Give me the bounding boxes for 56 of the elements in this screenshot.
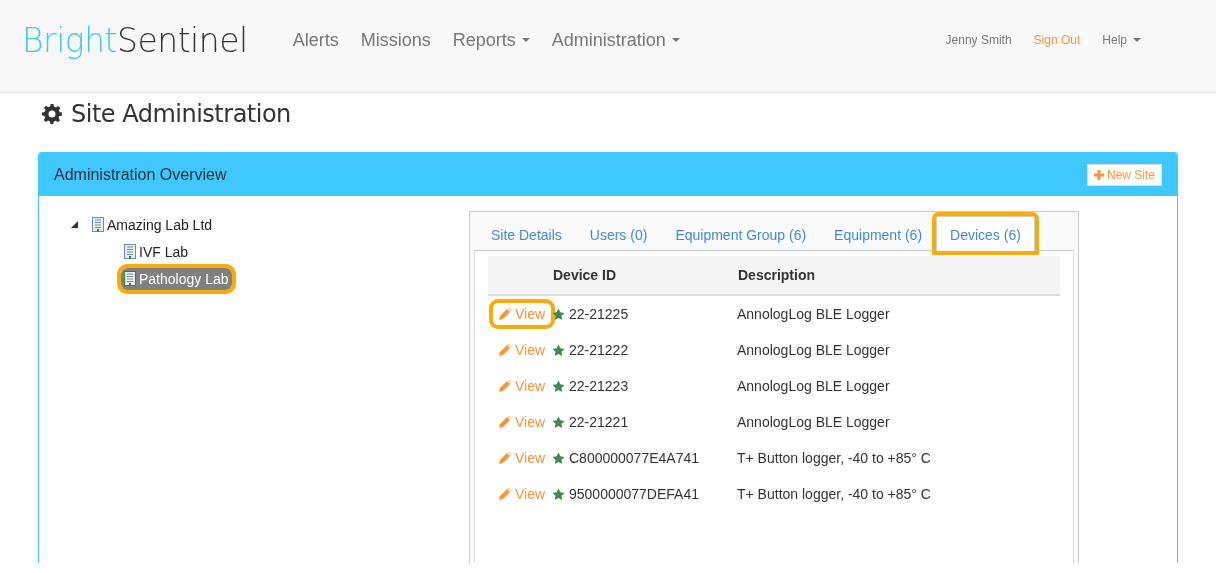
page-title: Site Administration	[71, 100, 291, 128]
star-icon	[552, 379, 565, 393]
view-link[interactable]: View	[494, 304, 551, 324]
building-icon	[124, 244, 136, 259]
tab[interactable]: Users (0)	[575, 216, 662, 251]
pencil-icon	[499, 416, 511, 428]
device-id: 9500000077DEFA41	[569, 486, 699, 502]
star-icon	[552, 343, 565, 357]
help-link[interactable]: Help	[1091, 33, 1152, 47]
device-id: 22-21223	[569, 378, 629, 394]
new-site-button[interactable]: New Site	[1086, 163, 1162, 186]
column-header: Description	[737, 256, 1060, 295]
nav-link[interactable]: Missions	[349, 29, 442, 51]
view-link[interactable]: View	[494, 484, 551, 504]
table-cell-text: T+ Button logger, -40 to +85° C	[737, 485, 932, 504]
view-link[interactable]: View	[494, 412, 551, 432]
device-id: 22-21225	[569, 306, 629, 322]
table-cell-text: T+ Button logger, -40 to +85° C	[737, 449, 932, 468]
tree-item[interactable]: Amazing Lab Ltd	[89, 213, 216, 236]
star-icon	[552, 487, 565, 501]
plus-icon	[1093, 169, 1104, 180]
collapse-arrow-icon[interactable]	[71, 221, 78, 228]
table-cell-text: AnnologLog BLE Logger	[737, 341, 891, 360]
pencil-icon	[499, 344, 511, 356]
tab[interactable]: Equipment Group (6)	[661, 216, 821, 251]
tree-item[interactable]: IVF Lab	[121, 240, 192, 263]
view-link[interactable]: View	[494, 376, 551, 396]
table-cell: AnnologLog BLE Logger	[737, 295, 1060, 332]
pencil-icon	[499, 308, 511, 320]
brand-logo[interactable]: BrightSentinel	[22, 20, 248, 60]
column-header: Device ID	[552, 256, 737, 295]
sign-out-link[interactable]: Sign Out	[1022, 33, 1092, 47]
star-icon	[552, 451, 565, 465]
pencil-icon	[499, 488, 511, 500]
pencil-icon	[499, 380, 511, 392]
nav-link[interactable]: Reports	[441, 29, 541, 51]
user-name-link[interactable]: Jenny Smith	[934, 33, 1023, 47]
panel-title: Administration Overview	[54, 165, 227, 184]
tab[interactable]: Equipment (6)	[820, 216, 937, 251]
building-icon	[124, 271, 136, 286]
building-icon	[92, 217, 104, 232]
star-icon	[552, 415, 565, 429]
table-header	[488, 256, 552, 295]
table-cell-text: AnnologLog BLE Logger	[737, 377, 891, 396]
device-id: 22-21221	[569, 414, 629, 430]
nav-link[interactable]: Administration	[540, 29, 691, 51]
tab[interactable]: Site Details	[477, 216, 576, 251]
table-cell-text: AnnologLog BLE Logger	[737, 413, 891, 432]
device-id: 22-21222	[569, 342, 629, 358]
star-icon	[552, 307, 565, 321]
settings-icon	[42, 104, 62, 124]
view-link[interactable]: View	[494, 340, 551, 360]
pencil-icon	[499, 452, 511, 464]
view-link[interactable]: View	[494, 448, 551, 468]
nav-link[interactable]: Alerts	[281, 29, 350, 51]
device-id: C800000077E4A741	[569, 450, 699, 466]
